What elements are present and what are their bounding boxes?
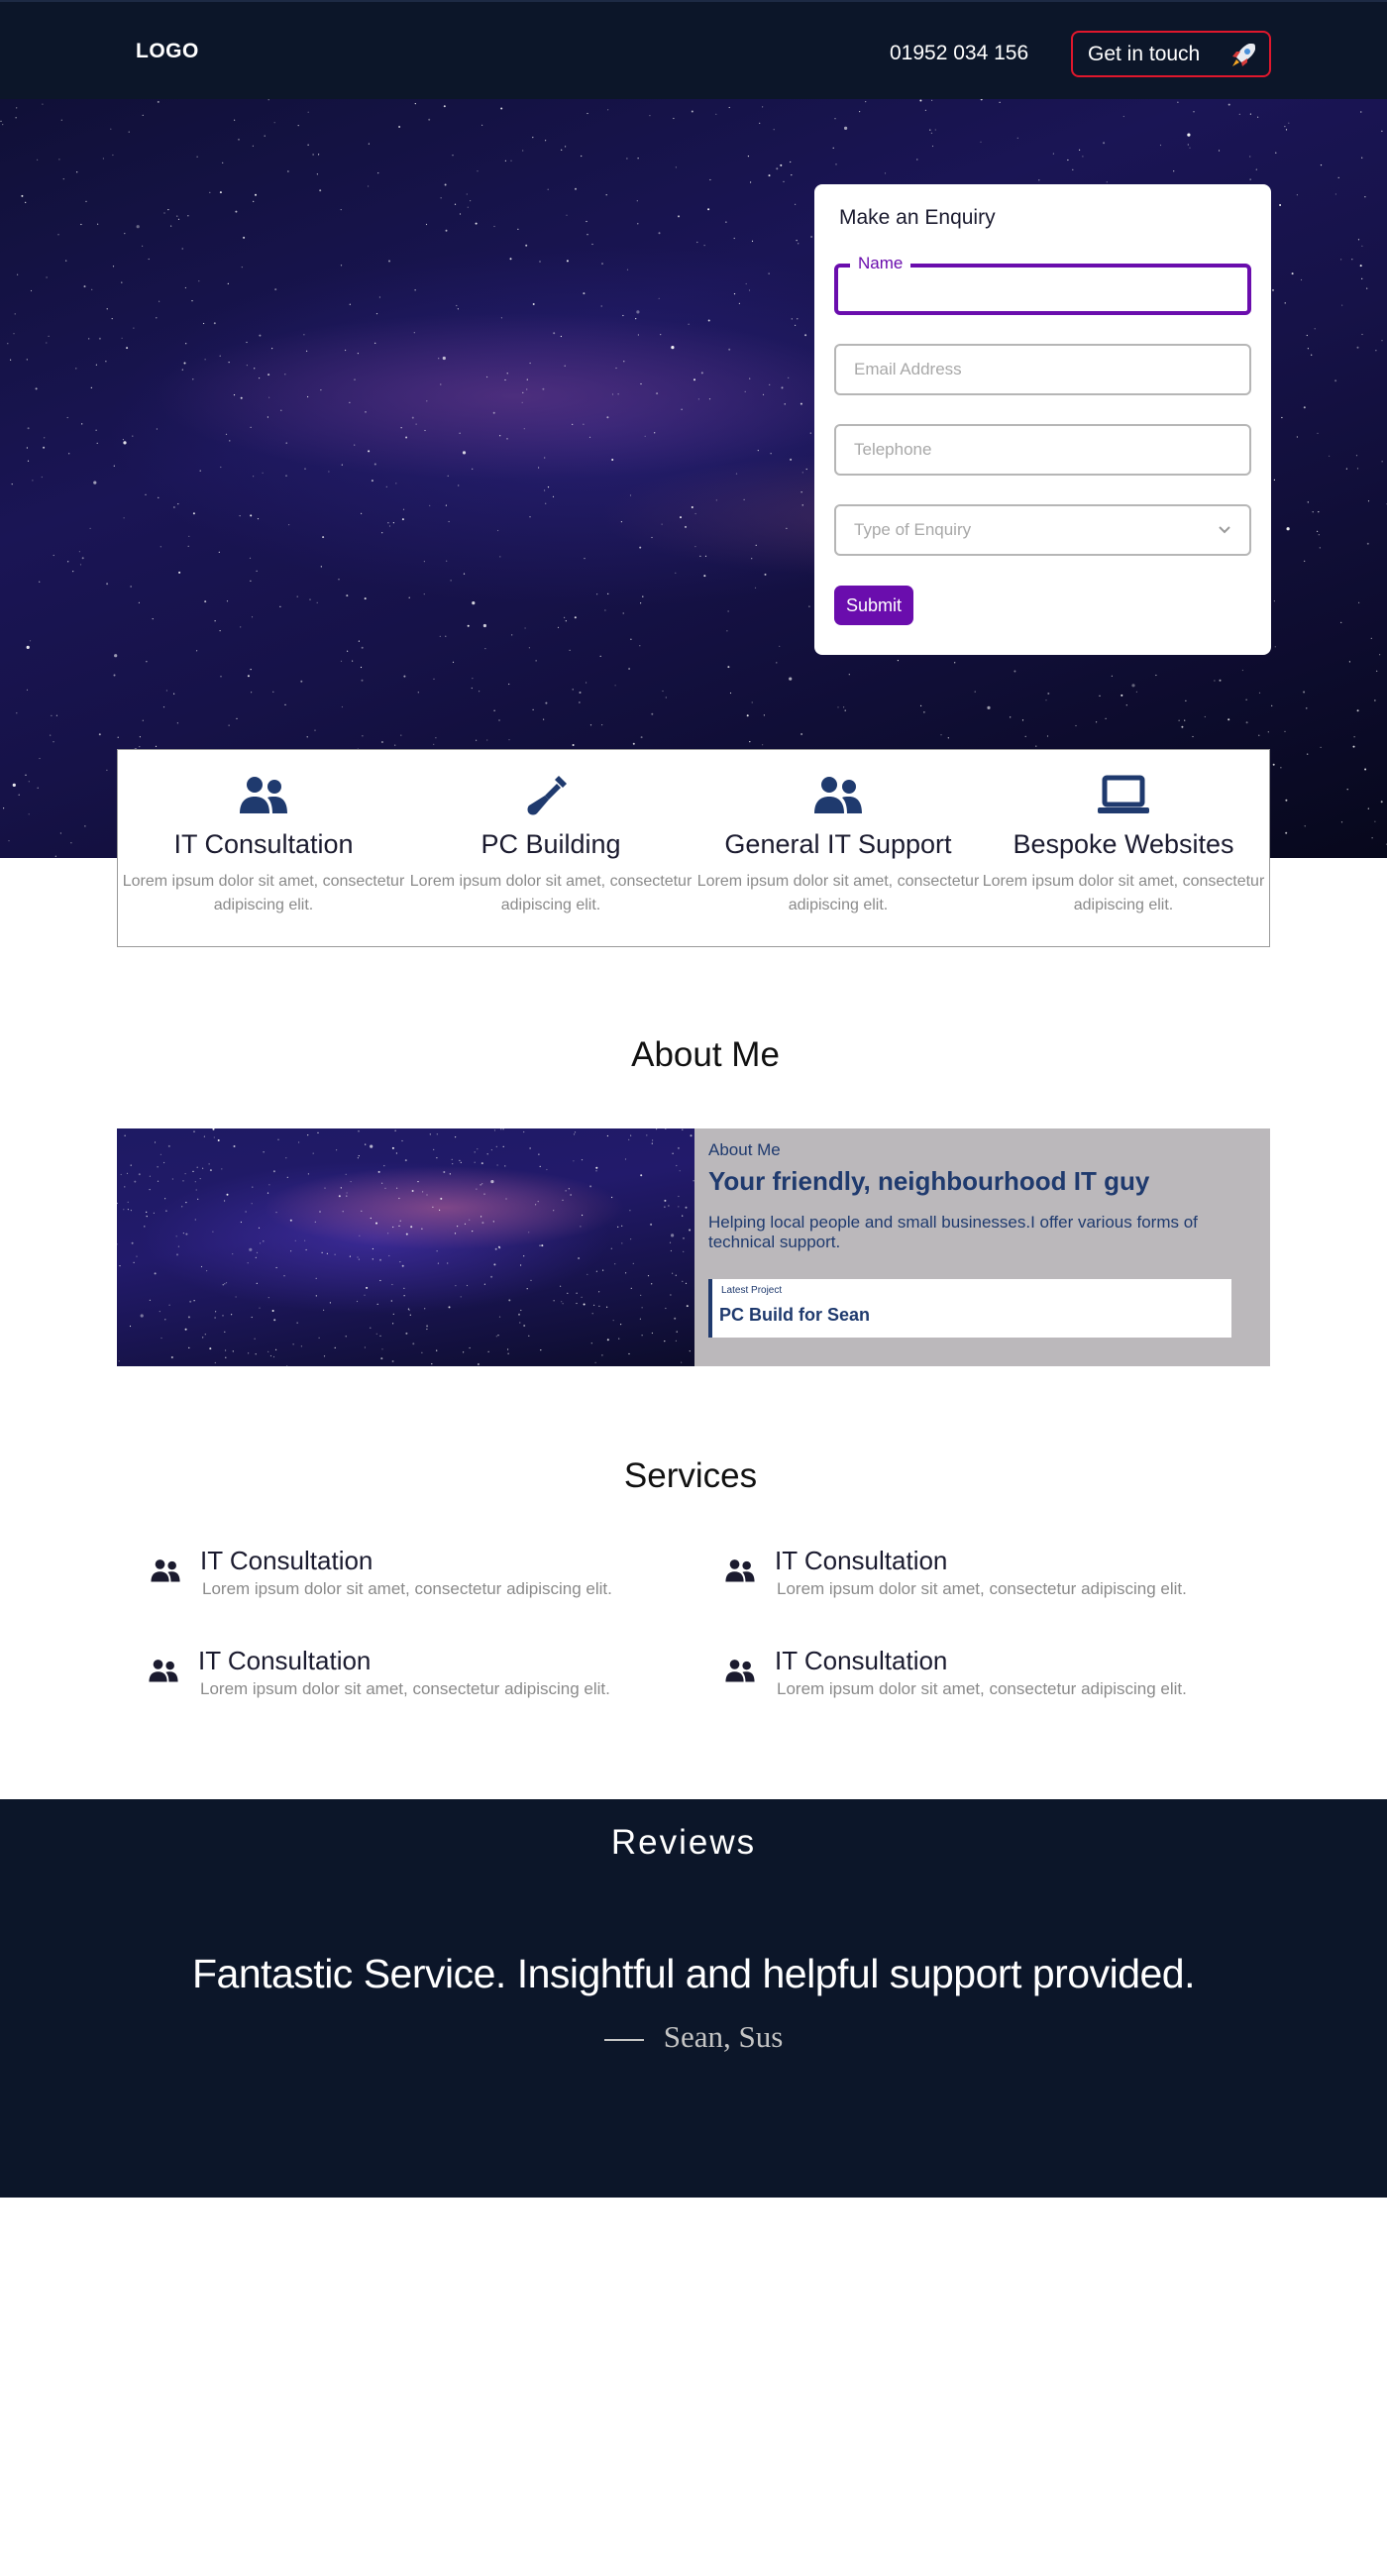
users-icon [149,1660,178,1682]
about-panel: About Me Your friendly, neighbourhood IT… [694,1128,1270,1366]
service-title: IT Consultation [775,1646,948,1675]
users-icon [814,777,862,813]
about-image [117,1128,694,1366]
service-title: IT Consultation [775,1546,948,1575]
name-input[interactable] [838,268,1247,311]
about-section-title: About Me [631,1035,780,1074]
enquiry-form: Make an Enquiry Name Type of Enquiry Sub… [814,184,1271,655]
enquiry-type-select[interactable]: Type of Enquiry [834,504,1251,556]
service-item: IT Consultation Lorem ipsum dolor sit am… [723,1546,1278,1605]
get-in-touch-label: Get in touch [1088,42,1201,65]
rocket-icon [1232,44,1255,66]
service-description: Lorem ipsum dolor sit amet, consectetur … [200,1679,610,1698]
reviews-section-title: Reviews [610,1823,757,1862]
feature-description: Lorem ipsum dolor sit amet, consectetur … [409,873,693,913]
site-header: LOGO 01952 034 156 Get in touch [0,0,1387,99]
users-icon [725,1559,755,1582]
get-in-touch-button[interactable]: Get in touch [1071,31,1271,77]
service-item: IT Consultation Lorem ipsum dolor sit am… [147,1646,701,1705]
feature-description: Lorem ipsum dolor sit amet, consectetur … [696,873,980,913]
about-subtitle: Helping local people and small businesse… [708,1213,1198,1251]
about-headline: Your friendly, neighbourhood IT guy [708,1166,1150,1196]
review-author: Sean, Sus [0,2019,1387,2055]
email-field[interactable] [834,344,1251,395]
reviews-section: Reviews Fantastic Service. Insightful an… [0,1799,1387,2198]
feature-it-consultation: IT Consultation Lorem ipsum dolor sit am… [120,774,407,917]
service-item: IT Consultation Lorem ipsum dolor sit am… [149,1546,703,1605]
laptop-icon [1098,775,1149,813]
name-field[interactable]: Name [834,254,1251,315]
latest-project-card[interactable]: Latest Project PC Build for Sean [708,1279,1231,1338]
chevron-down-icon [1219,526,1230,534]
service-item: IT Consultation Lorem ipsum dolor sit am… [723,1646,1278,1705]
feature-description: Lorem ipsum dolor sit amet, consectetur … [122,873,405,913]
screwdriver-icon [527,776,567,815]
email-input[interactable] [836,346,1249,393]
service-title: IT Consultation [200,1546,373,1575]
services-section-title: Services [623,1456,758,1495]
review-author-name: Sean, Sus [663,2019,784,2054]
about-image-stars [117,1128,694,1366]
submit-button[interactable]: Submit [834,586,913,625]
enquiry-title: Make an Enquiry [839,206,996,229]
logo[interactable]: LOGO [136,40,199,63]
review-quote: Fantastic Service. Insightful and helpfu… [191,1951,1196,1996]
enquiry-type-value: Type of Enquiry [854,520,972,539]
feature-title: IT Consultation [173,829,354,859]
feature-general-it-support: General IT Support Lorem ipsum dolor sit… [694,774,982,917]
users-icon [151,1559,180,1582]
users-icon [725,1660,755,1682]
phone-number[interactable]: 01952 034 156 [890,42,1028,65]
users-icon [240,777,287,813]
service-title: IT Consultation [198,1646,372,1675]
feature-title: PC Building [480,829,621,859]
feature-title: Bespoke Websites [1013,829,1234,859]
feature-title: General IT Support [724,829,952,859]
feature-bespoke-websites: Bespoke Websites Lorem ipsum dolor sit a… [980,774,1267,917]
features-strip: IT Consultation Lorem ipsum dolor sit am… [117,749,1270,947]
service-description: Lorem ipsum dolor sit amet, consectetur … [777,1679,1187,1698]
about-kicker: About Me [708,1140,781,1159]
service-description: Lorem ipsum dolor sit amet, consectetur … [202,1579,612,1598]
author-dash [603,2038,644,2041]
telephone-input[interactable] [836,426,1249,474]
telephone-field[interactable] [834,424,1251,476]
about-card: About Me Your friendly, neighbourhood IT… [117,1128,1270,1366]
feature-pc-building: PC Building Lorem ipsum dolor sit amet, … [407,774,694,917]
latest-project-title: PC Build for Sean [719,1305,871,1325]
latest-project-label: Latest Project [721,1285,783,1296]
service-description: Lorem ipsum dolor sit amet, consectetur … [777,1579,1187,1598]
feature-description: Lorem ipsum dolor sit amet, consectetur … [982,873,1265,913]
